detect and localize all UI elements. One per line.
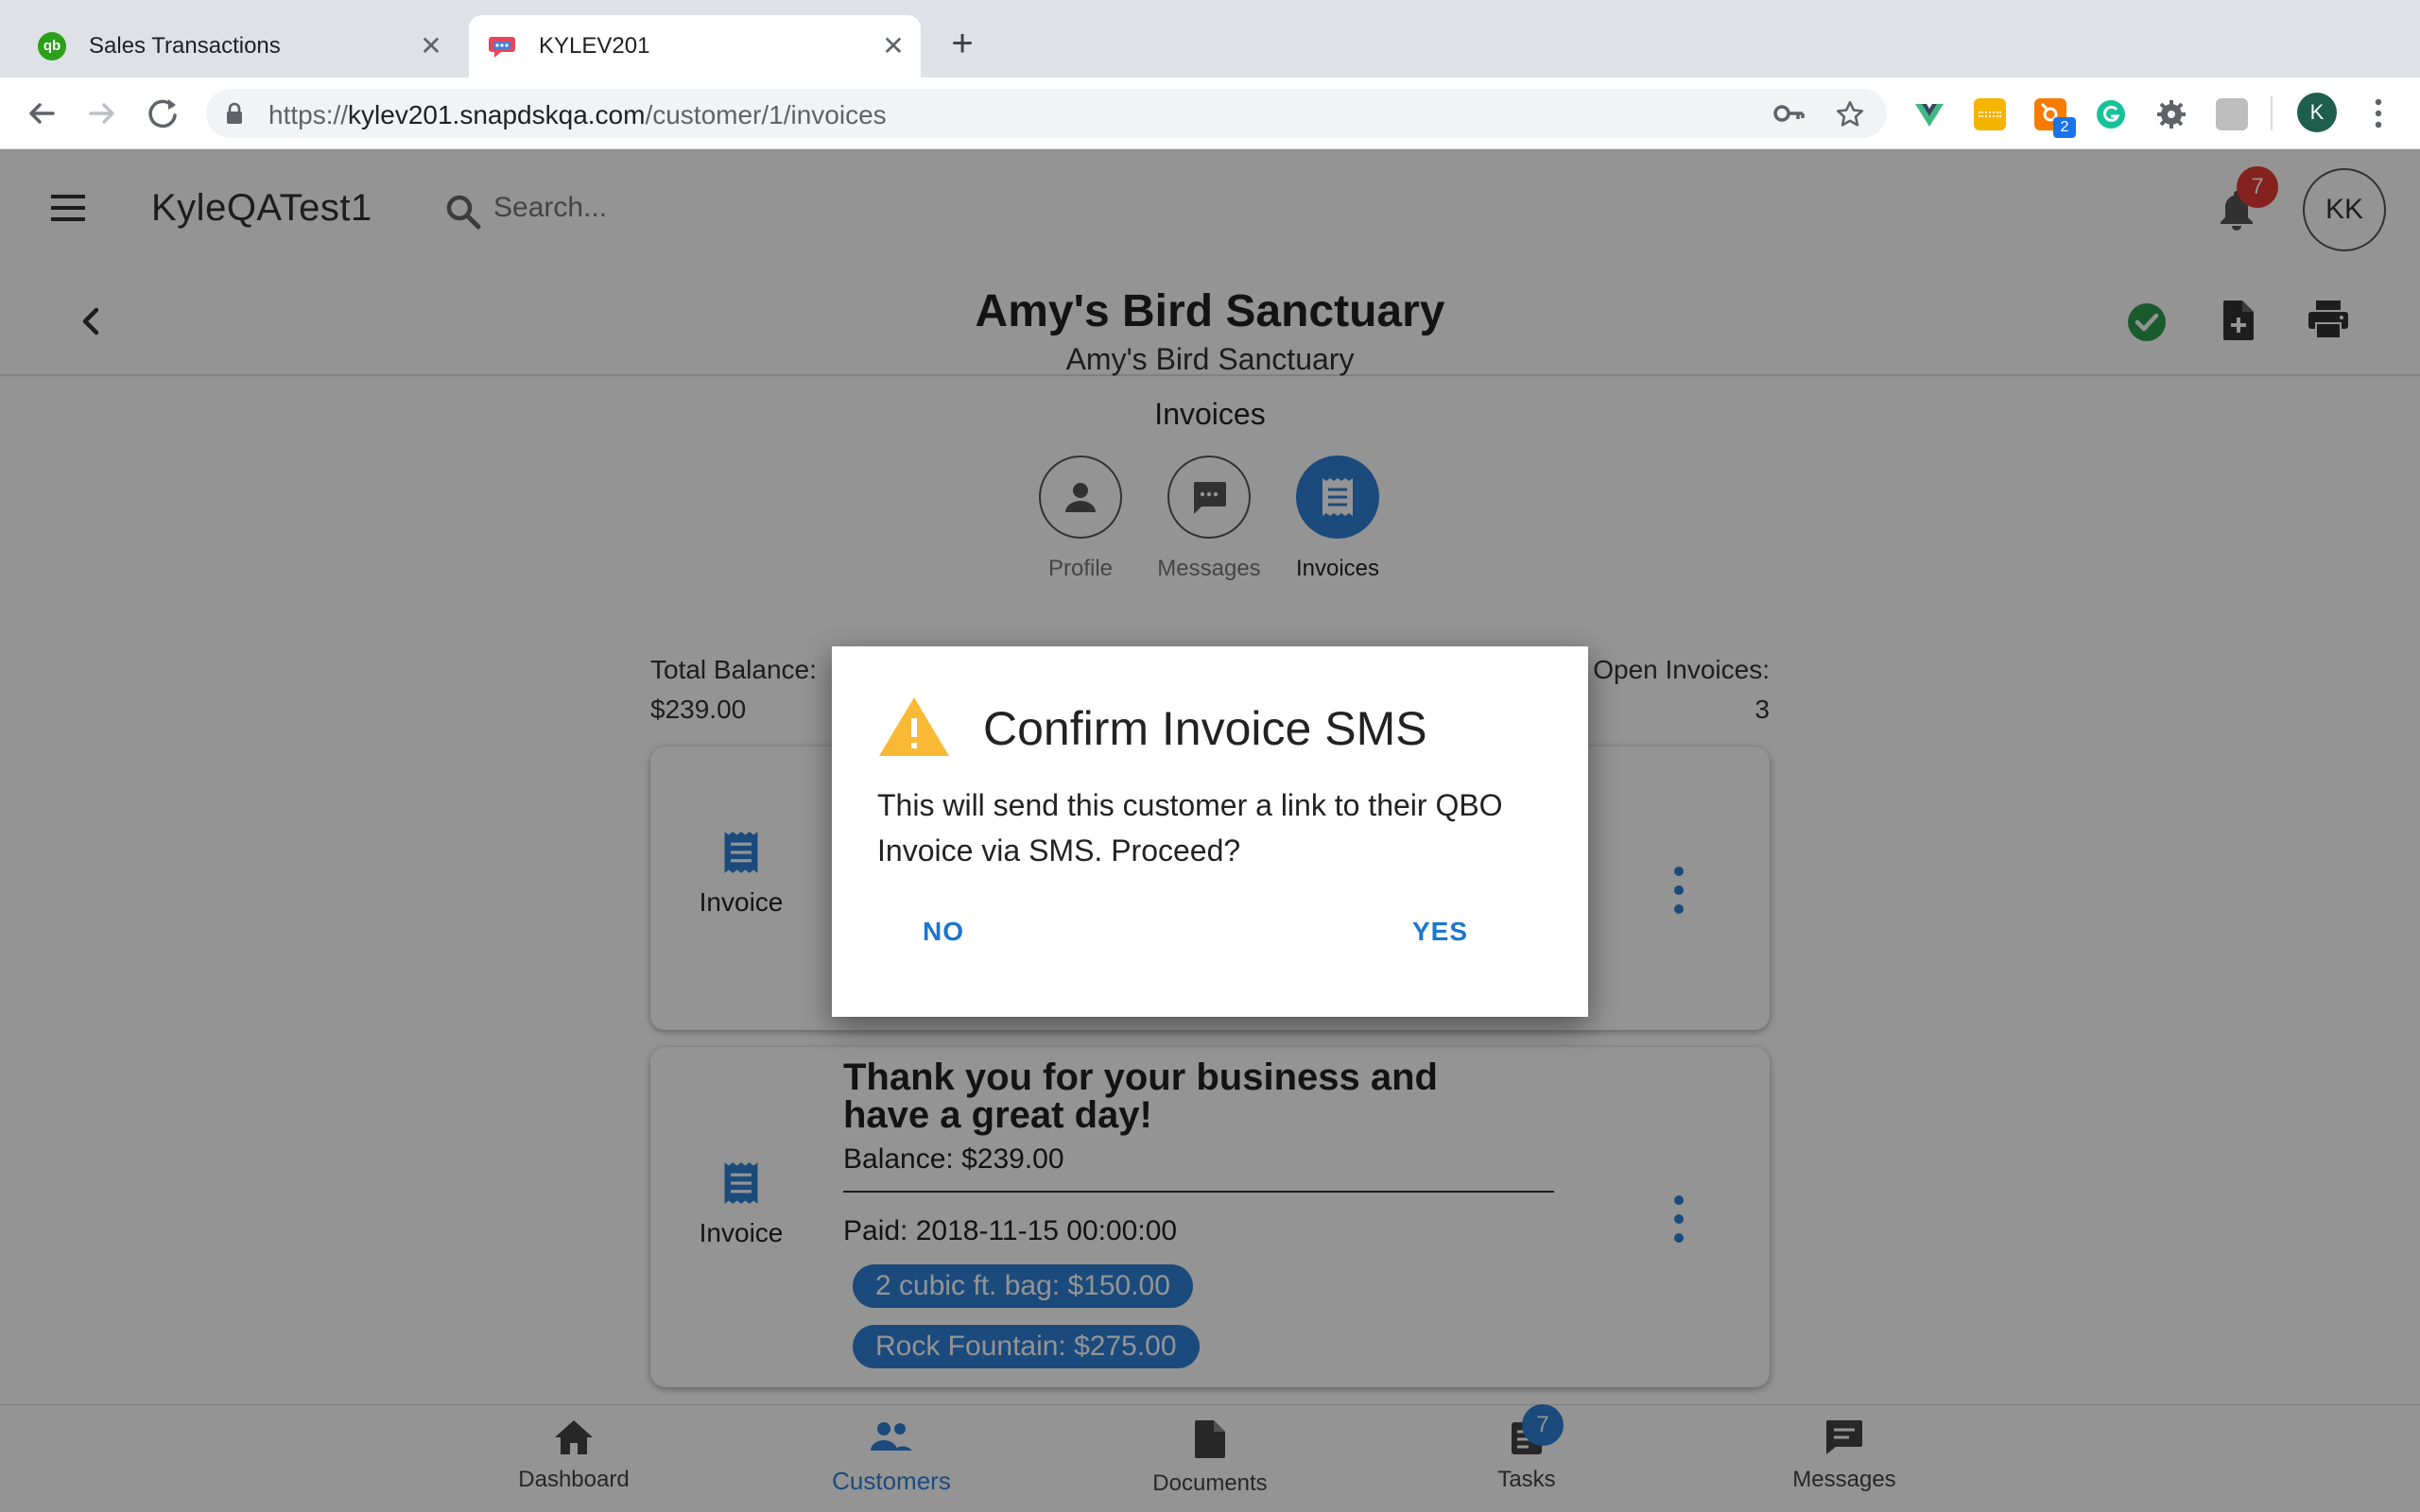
url-path: /customer/1/invoices — [645, 100, 887, 129]
tab-close-icon[interactable]: ✕ — [879, 32, 908, 60]
generic-extension-icon[interactable] — [2216, 98, 2248, 130]
grammarly-icon[interactable] — [2095, 98, 2127, 130]
tab-title: Sales Transactions — [89, 33, 281, 59]
chat-bubble-icon — [489, 37, 515, 58]
url-scheme: https:// — [268, 100, 349, 129]
url-host: kylev201.snapdskqa.com — [348, 100, 646, 129]
chrome-menu-icon[interactable] — [2373, 94, 2384, 132]
browser-tab-kylev201[interactable]: KYLEV201 ✕ — [469, 15, 921, 77]
gear-extension-icon[interactable] — [2155, 98, 2187, 130]
browser-tab-sales-transactions[interactable]: qb Sales Transactions ✕ — [19, 15, 458, 77]
key-icon[interactable] — [1773, 100, 1806, 127]
dialog-body: This will send this customer a link to t… — [877, 788, 1503, 868]
warning-icon — [879, 697, 949, 756]
new-tab-button[interactable]: + — [943, 25, 981, 64]
browser-toolbar: https://kylev201.snapdskqa.com/customer/… — [0, 77, 2420, 149]
tab-close-icon[interactable]: ✕ — [417, 32, 445, 60]
confirm-dialog: Confirm Invoice SMS This will send this … — [832, 646, 1588, 1017]
forward-arrow-icon[interactable] — [81, 93, 123, 134]
password-manager-icon[interactable] — [1974, 98, 2006, 130]
browser-profile-avatar[interactable]: K — [2297, 93, 2337, 132]
toolbar-divider — [2271, 96, 2273, 130]
lock-icon — [227, 102, 242, 124]
qb-icon: qb — [38, 32, 66, 60]
vue-devtools-icon[interactable] — [1913, 98, 1945, 130]
dialog-title: Confirm Invoice SMS — [983, 702, 1427, 755]
reload-icon[interactable] — [142, 93, 183, 134]
address-bar[interactable]: https://kylev201.snapdskqa.com/customer/… — [206, 89, 1887, 138]
back-arrow-icon[interactable] — [21, 93, 62, 134]
tab-title: KYLEV201 — [539, 33, 650, 59]
no-button[interactable]: NO — [904, 907, 983, 956]
url-text: https://kylev201.snapdskqa.com/customer/… — [268, 100, 887, 130]
yes-button[interactable]: YES — [1393, 907, 1487, 956]
extension-badge: 2 — [2053, 117, 2076, 138]
star-icon[interactable] — [1834, 98, 1866, 130]
browser-tab-strip: qb Sales Transactions ✕ KYLEV201 ✕ + — [0, 0, 2420, 77]
